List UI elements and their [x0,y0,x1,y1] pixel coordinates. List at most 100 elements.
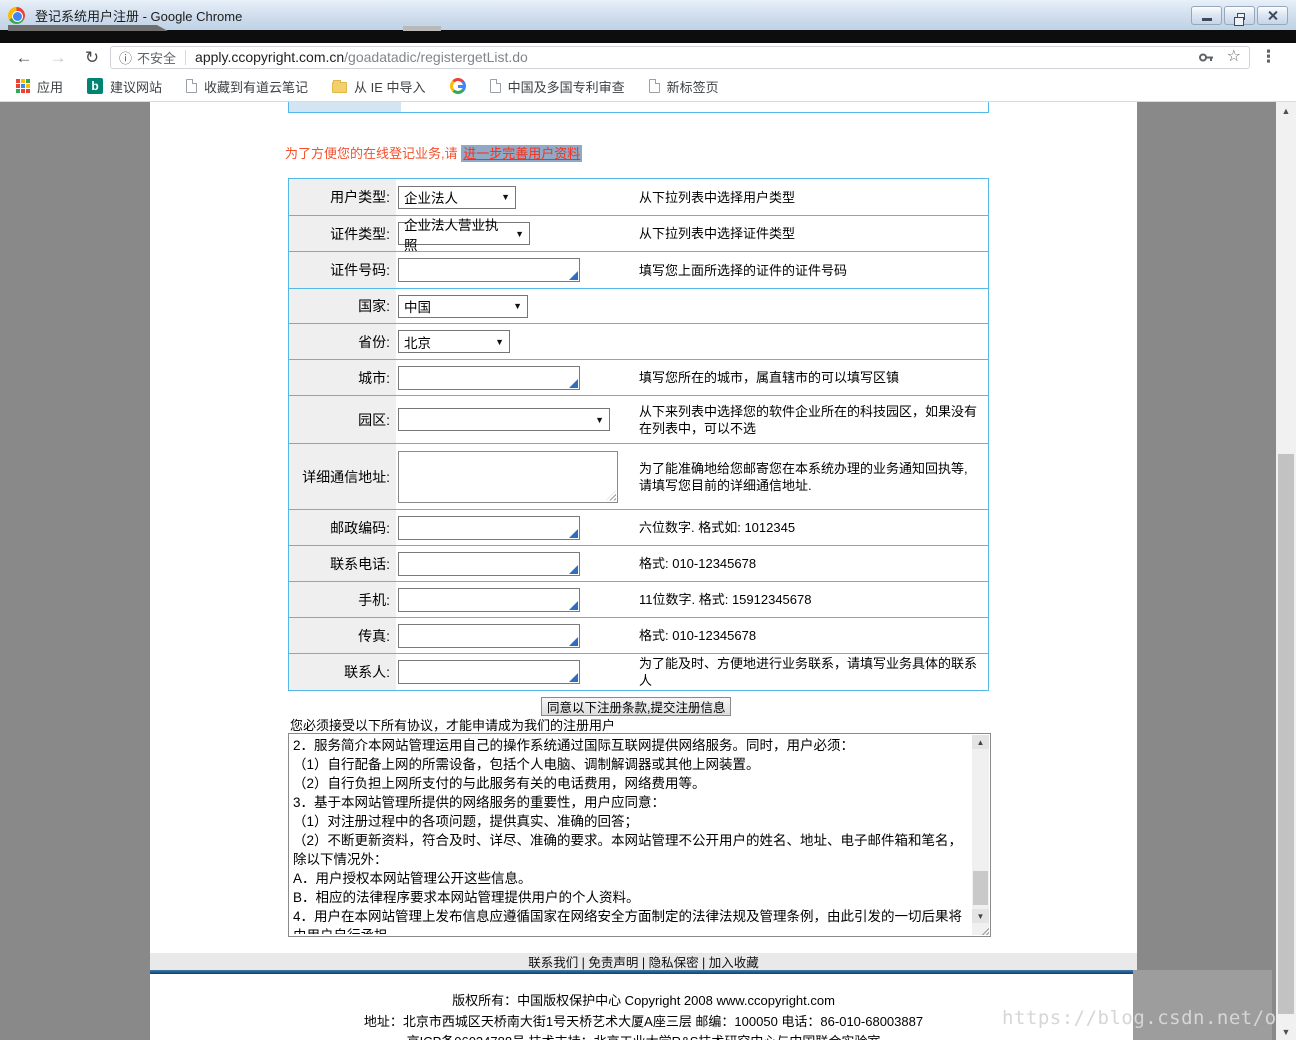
dropdown-caret-icon: ▼ [589,415,604,425]
address-textarea[interactable] [398,451,618,503]
selected-value: 企业法人 [404,187,458,207]
browser-toolbar: ← → ↻ ⓘ 不安全 apply.ccopyright.com.cn/goad… [0,43,1296,71]
omnibox-divider [185,50,186,65]
intro-text: 为了方便您的在线登记业务,请 [285,146,458,161]
agreement-scrollbar-thumb[interactable] [973,871,988,905]
resize-grip-icon[interactable] [606,491,616,501]
form-row-country: 国家:中国▼ [289,288,988,323]
browser-menu-icon[interactable]: ⋮ [1260,47,1277,67]
security-label: 不安全 [137,48,176,67]
chrome-logo-icon [8,7,25,24]
bookmark-item[interactable]: 收藏到有道云笔记 [186,77,308,96]
cert-type-hint: 从下拉列表中选择证件类型 [639,225,988,242]
page-icon [186,79,197,93]
submit-registration-button[interactable]: 同意以下注册条款,提交注册信息 [541,697,731,716]
fax-label: 传真: [289,618,396,653]
bookmark-item[interactable]: 应用 [16,77,63,96]
cert-type-label: 证件类型: [289,216,396,251]
close-button[interactable] [1257,6,1288,25]
fax-input[interactable] [398,624,580,648]
agreement-box: 2．服务简介本网站管理运用自己的操作系统通过国际互联网提供网络服务。同时，用户必… [288,733,991,937]
scroll-down-icon[interactable]: ▼ [972,909,989,923]
info-icon[interactable]: ⓘ [119,48,132,67]
contact-input[interactable] [398,660,580,684]
bookmark-label: 建议网站 [110,77,162,96]
cert-type-select[interactable]: 企业法人营业执照▼ [398,222,530,245]
close-icon [1267,10,1278,21]
scrollbar-down-icon[interactable]: ▼ [1276,1023,1296,1040]
dropdown-caret-icon: ▼ [489,337,504,347]
country-select[interactable]: 中国▼ [398,295,528,318]
city-input[interactable] [398,366,580,390]
restore-button[interactable] [1224,6,1255,25]
forward-icon[interactable]: → [48,49,68,66]
resize-grip-icon [569,601,578,610]
bookmark-label: 中国及多国专利审查 [508,77,625,96]
form-row-contact: 联系人:为了能及时、方便地进行业务联系，请填写业务具体的联系人 [289,653,988,690]
bookmark-star-icon[interactable]: ☆ [1227,49,1241,65]
form-row-cert-type: 证件类型:企业法人营业执照▼ 从下拉列表中选择证件类型 [289,215,988,251]
footer-icp: 京ICP备06034788号 技术支持：北京工业大学R&S技术研究中心与中国联合… [150,1031,1137,1040]
contact-label: 联系人: [289,654,396,690]
restore-icon [1237,13,1245,20]
province-select[interactable]: 北京 ▼ [398,330,510,353]
postcode-input[interactable] [398,516,580,540]
postcode-label: 邮政编码: [289,510,396,545]
page-scrollbar-thumb[interactable] [1278,454,1294,1014]
bookmark-label: 从 IE 中导入 [354,77,426,96]
bookmark-item[interactable] [450,78,466,94]
address-bar[interactable]: ⓘ 不安全 apply.ccopyright.com.cn/goadatadic… [110,46,1250,69]
page-icon [649,79,660,93]
park-select[interactable]: ▼ [398,408,610,431]
footer-links[interactable]: 联系我们 | 免责声明 | 隐私保密 | 加入收藏 [150,953,1137,970]
form-row-park: 园区:▼从下来列表中选择您的软件企业所在的科技园区，如果没有在列表中，可以不选 [289,395,988,443]
mobile-label: 手机: [289,582,396,617]
registration-form: 用户类型:企业法人▼从下拉列表中选择用户类型证件类型:企业法人营业执照▼从下拉列… [288,178,989,691]
form-row-cert-no: 证件号码:填写您上面所选择的证件的证件号码 [289,251,988,288]
selected-value: 企业法人营业执照 [404,214,509,254]
park-label: 园区: [289,396,396,443]
window-title: 登记系统用户注册 - Google Chrome [35,6,242,25]
agreement-text: 2．服务简介本网站管理运用自己的操作系统通过国际互联网提供网络服务。同时，用户必… [293,736,968,934]
page-scrollbar[interactable]: ▲ ▼ [1276,102,1296,1040]
form-row-fax: 传真:格式: 010-12345678 [289,617,988,653]
user-type-label: 用户类型: [289,179,396,215]
bookmark-item[interactable]: 从 IE 中导入 [332,77,426,96]
reload-icon[interactable]: ↻ [82,49,102,66]
phone-hint: 格式: 010-12345678 [639,555,988,572]
url-text[interactable]: apply.ccopyright.com.cn/goadatadic/regis… [195,49,528,65]
phone-input[interactable] [398,552,580,576]
phone-label: 联系电话: [289,546,396,581]
province-label: 省份: [289,324,396,359]
apps-grid-icon [16,79,30,93]
mobile-input[interactable] [398,588,580,612]
bookmark-item[interactable]: b建议网站 [87,77,162,96]
agreement-scrollbar[interactable]: ▲ ▼ [972,735,989,935]
bookmark-label: 新标签页 [667,77,719,96]
cert-no-hint: 填写您上面所选择的证件的证件号码 [639,262,988,279]
form-row-mobile: 手机:11位数字. 格式: 15912345678 [289,581,988,617]
form-row-phone: 联系电话: 格式: 010-12345678 [289,545,988,581]
user-type-select[interactable]: 企业法人▼ [398,186,516,209]
footer-address: 地址：北京市西城区天桥南大街1号天桥艺术大厦A座三层 邮编：100050 电话：… [150,1011,1137,1030]
dropdown-caret-icon: ▼ [509,229,524,239]
password-key-icon[interactable] [1198,49,1215,66]
minimize-button[interactable] [1191,6,1222,25]
cert-no-input[interactable] [398,258,580,282]
back-icon[interactable]: ← [14,49,34,66]
browser-tab[interactable] [8,25,168,31]
city-label: 城市: [289,360,396,395]
complete-profile-link[interactable]: 进一步完善用户资料 [461,145,582,162]
agreement-notice: 您必须接受以下所有协议，才能申请成为我们的注册用户 [290,715,615,734]
form-row-postcode: 邮政编码:六位数字. 格式如: 1012345 [289,509,988,545]
address-label: 详细通信地址: [289,444,396,509]
form-row-city: 城市:填写您所在的城市，属直辖市的可以填写区镇 [289,359,988,395]
resize-grip-icon [569,271,578,280]
tab-strip [0,30,1296,43]
selected-value: 北京 [404,332,431,352]
scroll-up-icon[interactable]: ▲ [972,735,989,749]
bookmark-item[interactable]: 中国及多国专利审查 [490,77,625,96]
country-label: 国家: [289,289,396,323]
scrollbar-up-icon[interactable]: ▲ [1276,102,1296,119]
bookmark-item[interactable]: 新标签页 [649,77,719,96]
